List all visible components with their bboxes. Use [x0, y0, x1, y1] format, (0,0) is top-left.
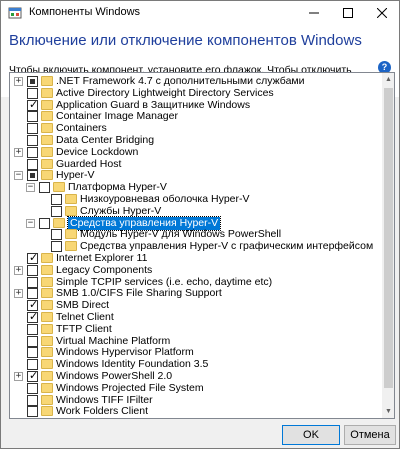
folder-icon — [41, 300, 53, 311]
collapse-icon[interactable]: − — [26, 183, 35, 193]
feature-checkbox[interactable] — [27, 276, 38, 288]
feature-checkbox[interactable] — [27, 146, 38, 158]
feature-checkbox[interactable] — [27, 310, 38, 323]
feature-checkbox[interactable] — [27, 111, 38, 123]
folder-icon — [41, 359, 53, 370]
folder-icon — [41, 253, 53, 263]
expand-icon[interactable]: + — [14, 77, 23, 86]
scroll-up-icon[interactable]: ▲ — [382, 73, 394, 86]
vertical-scrollbar[interactable]: ▲ ▼ — [382, 73, 394, 418]
expand-icon[interactable]: + — [14, 265, 23, 275]
expand-icon[interactable]: + — [14, 372, 23, 381]
windows-features-dialog: Компоненты Windows Включение или отключе… — [0, 0, 400, 449]
feature-checkbox[interactable] — [27, 98, 38, 111]
close-button[interactable] — [365, 1, 399, 25]
folder-icon — [65, 241, 77, 252]
feature-checkbox[interactable] — [39, 217, 50, 229]
feature-checkbox[interactable] — [27, 394, 38, 406]
minimize-button[interactable] — [297, 1, 331, 25]
feature-checkbox[interactable] — [27, 347, 38, 359]
feature-checkbox[interactable] — [27, 335, 38, 347]
scroll-down-icon[interactable]: ▼ — [382, 405, 394, 418]
folder-icon — [41, 406, 53, 417]
folder-icon — [41, 312, 53, 322]
feature-row[interactable]: Work Folders Client — [10, 405, 380, 418]
folder-icon — [41, 87, 53, 98]
folder-icon — [53, 182, 65, 193]
feature-checkbox[interactable] — [51, 229, 62, 241]
scrollbar-thumb[interactable] — [384, 88, 393, 388]
windows-features-app-icon — [8, 7, 22, 19]
window-title: Компоненты Windows — [29, 6, 141, 18]
close-icon — [377, 8, 387, 18]
folder-icon — [41, 347, 53, 358]
folder-icon — [41, 335, 53, 346]
collapse-icon[interactable]: − — [26, 218, 35, 228]
collapse-icon[interactable]: − — [14, 171, 23, 181]
feature-checkbox[interactable] — [27, 251, 38, 264]
folder-icon — [41, 99, 53, 110]
feature-checkbox[interactable] — [51, 205, 62, 217]
page-title: Включение или отключение компонентов Win… — [9, 32, 362, 49]
expand-icon[interactable]: + — [14, 289, 23, 299]
ok-button[interactable]: OK — [282, 425, 340, 445]
feature-checkbox[interactable] — [27, 369, 38, 382]
folder-icon — [41, 111, 53, 122]
folder-icon — [41, 146, 53, 157]
folder-icon — [41, 371, 53, 381]
feature-checkbox[interactable] — [27, 264, 38, 276]
folder-icon — [41, 135, 53, 145]
folder-icon — [41, 158, 53, 169]
feature-label[interactable]: Work Folders Client — [56, 405, 148, 418]
folder-icon — [41, 394, 53, 405]
feature-checkbox[interactable] — [27, 123, 38, 135]
folder-icon — [41, 323, 53, 334]
folder-icon — [41, 123, 53, 134]
feature-checkbox[interactable] — [27, 406, 38, 418]
feature-checkbox[interactable] — [27, 158, 38, 170]
expand-icon[interactable]: + — [14, 147, 23, 157]
folder-icon — [65, 229, 77, 240]
feature-checkbox[interactable] — [51, 241, 62, 253]
folder-icon — [65, 205, 77, 216]
title-bar[interactable]: Компоненты Windows — [1, 1, 399, 25]
folder-icon — [41, 264, 53, 275]
folder-icon — [41, 76, 53, 86]
folder-icon — [53, 217, 65, 228]
maximize-button[interactable] — [331, 1, 365, 25]
cancel-button[interactable]: Отмена — [344, 425, 396, 445]
folder-icon — [41, 288, 53, 299]
folder-icon — [41, 382, 53, 393]
maximize-icon — [343, 8, 353, 18]
features-tree[interactable]: + .NET Framework 4.7 с дополнительными сл… — [9, 72, 395, 419]
feature-checkbox[interactable] — [27, 76, 38, 87]
feature-checkbox[interactable] — [39, 182, 50, 194]
feature-checkbox[interactable] — [27, 323, 38, 335]
folder-icon — [41, 276, 53, 287]
feature-checkbox[interactable] — [27, 170, 38, 182]
folder-icon — [41, 170, 53, 181]
feature-checkbox[interactable] — [27, 382, 38, 394]
minimize-icon — [309, 12, 319, 14]
feature-checkbox[interactable] — [27, 135, 38, 146]
folder-icon — [65, 194, 77, 204]
feature-checkbox[interactable] — [51, 194, 62, 205]
